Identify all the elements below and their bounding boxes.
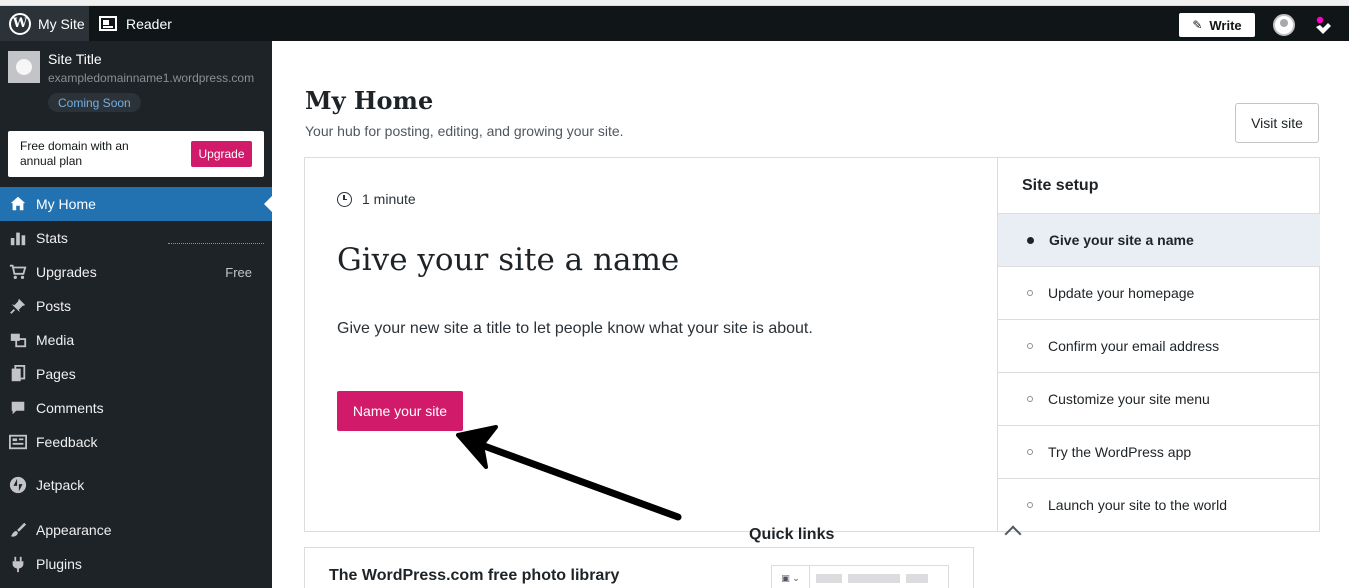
setup-item-email[interactable]: Confirm your email address: [998, 319, 1320, 372]
setup-item-label: Launch your site to the world: [1048, 497, 1227, 513]
site-setup-checklist: Site setup Give your site a name Update …: [997, 157, 1320, 532]
upsell-text: Free domain with an annual plan: [20, 139, 129, 168]
sidebar-item-upgrades[interactable]: Upgrades Free: [0, 255, 272, 289]
sidebar-item-label: Upgrades: [36, 264, 97, 280]
site-url: exampledomainname1.wordpress.com: [48, 71, 255, 85]
sidebar-item-label: Pages: [36, 366, 76, 382]
upsell-nudge[interactable]: Free domain with an annual plan Upgrade: [8, 131, 264, 177]
visit-site-button[interactable]: Visit site: [1235, 103, 1319, 143]
setup-item-label: Customize your site menu: [1048, 391, 1210, 407]
media-icon: [8, 330, 28, 350]
photo-library-card: The WordPress.com free photo library ▣ ⌄: [304, 547, 974, 588]
sidebar-item-my-home[interactable]: My Home: [0, 187, 272, 221]
page-subtitle: Your hub for posting, editing, and growi…: [305, 123, 624, 139]
sidebar-item-label: My Home: [36, 196, 96, 212]
setup-item-label: Update your homepage: [1048, 285, 1195, 301]
site-card[interactable]: Site Title exampledomainname1.wordpress.…: [0, 41, 272, 123]
setup-item-label: Give your site a name: [1049, 232, 1194, 248]
sidebar-item-posts[interactable]: Posts: [0, 289, 272, 323]
sidebar-item-pages[interactable]: Pages: [0, 357, 272, 391]
sidebar-item-plugins[interactable]: Plugins: [0, 547, 272, 581]
pen-icon: ✎: [1192, 18, 1203, 32]
bullet-icon: [1027, 290, 1033, 296]
sidebar-item-label: Feedback: [36, 434, 98, 450]
upgrades-free-badge: Free: [225, 264, 252, 280]
reader-label: Reader: [126, 15, 172, 32]
bullet-icon: [1027, 396, 1033, 402]
sidebar-item-label: Media: [36, 332, 75, 348]
cart-icon: [8, 262, 28, 282]
masterbar: W My Site Reader ✎ Write: [0, 6, 1349, 41]
write-button[interactable]: ✎ Write: [1179, 13, 1255, 37]
sidebar-item-feedback[interactable]: Feedback: [0, 425, 272, 459]
site-setup-card: 1 minute Give your site a name Give your…: [304, 157, 1320, 532]
feedback-icon: [8, 432, 28, 452]
brush-icon: [8, 520, 28, 540]
image-icon: ▣ ⌄: [772, 566, 810, 588]
site-globe-icon: [8, 51, 40, 83]
stats-icon: [8, 228, 28, 248]
jetpack-icon: [8, 475, 28, 495]
setup-item-launch[interactable]: Launch your site to the world: [998, 478, 1320, 531]
my-site-button[interactable]: W My Site: [0, 6, 89, 41]
sidebar-item-label: Plugins: [36, 556, 82, 572]
setup-item-homepage[interactable]: Update your homepage: [998, 266, 1320, 319]
my-site-label: My Site: [38, 15, 85, 32]
write-label: Write: [1209, 17, 1242, 33]
sidebar-item-label: Comments: [36, 400, 104, 416]
sidebar-item-label: Stats: [36, 230, 68, 246]
notifications-bell-icon[interactable]: [1312, 14, 1334, 36]
pin-icon: [8, 296, 28, 316]
setup-item-label: Confirm your email address: [1048, 338, 1220, 354]
wordpress-logo-icon: W: [9, 12, 31, 35]
sidebar-item-jetpack[interactable]: Jetpack: [0, 468, 272, 502]
photo-library-preview: ▣ ⌄: [771, 565, 949, 588]
main-content: My Home Your hub for posting, editing, a…: [272, 41, 1349, 588]
reader-button[interactable]: Reader: [99, 6, 172, 41]
task-title: Give your site a name: [337, 242, 680, 278]
sidebar-item-label: Jetpack: [36, 477, 85, 493]
sidebar-item-stats[interactable]: Stats: [0, 221, 272, 255]
coming-soon-badge: Coming Soon: [48, 93, 141, 112]
setup-item-app[interactable]: Try the WordPress app: [998, 425, 1320, 478]
task-time-label: 1 minute: [362, 191, 416, 207]
bullet-icon: [1027, 236, 1034, 244]
comment-icon: [8, 398, 28, 418]
clock-icon: [337, 191, 352, 207]
page-title: My Home: [305, 86, 434, 115]
name-your-site-button[interactable]: Name your site: [337, 391, 463, 431]
bullet-icon: [1027, 449, 1033, 455]
bullet-icon: [1027, 343, 1033, 349]
pages-icon: [8, 364, 28, 384]
setup-item-menu[interactable]: Customize your site menu: [998, 372, 1320, 425]
setup-item-name-site[interactable]: Give your site a name: [998, 213, 1320, 266]
user-avatar[interactable]: [1273, 14, 1295, 36]
reader-icon: [99, 16, 117, 31]
home-icon: [8, 194, 28, 214]
plugin-icon: [8, 554, 28, 574]
quick-links-title: Quick links: [749, 526, 835, 543]
sidebar-item-label: Appearance: [36, 522, 112, 538]
setup-item-label: Try the WordPress app: [1048, 444, 1192, 460]
task-description: Give your new site a title to let people…: [337, 320, 813, 337]
site-setup-heading: Site setup: [1022, 177, 1099, 194]
sidebar-item-appearance[interactable]: Appearance: [0, 513, 272, 547]
sidebar-item-label: Posts: [36, 298, 72, 314]
bullet-icon: [1027, 502, 1033, 508]
sidebar-item-comments[interactable]: Comments: [0, 391, 272, 425]
sidebar-item-media[interactable]: Media: [0, 323, 272, 357]
sidebar: Site Title exampledomainname1.wordpress.…: [0, 41, 272, 588]
task-duration: 1 minute: [337, 191, 416, 207]
photo-library-title: The WordPress.com free photo library: [329, 567, 620, 584]
site-title: Site Title: [48, 51, 102, 67]
stats-sparkline: [168, 243, 264, 244]
upgrade-button[interactable]: Upgrade: [191, 141, 252, 167]
